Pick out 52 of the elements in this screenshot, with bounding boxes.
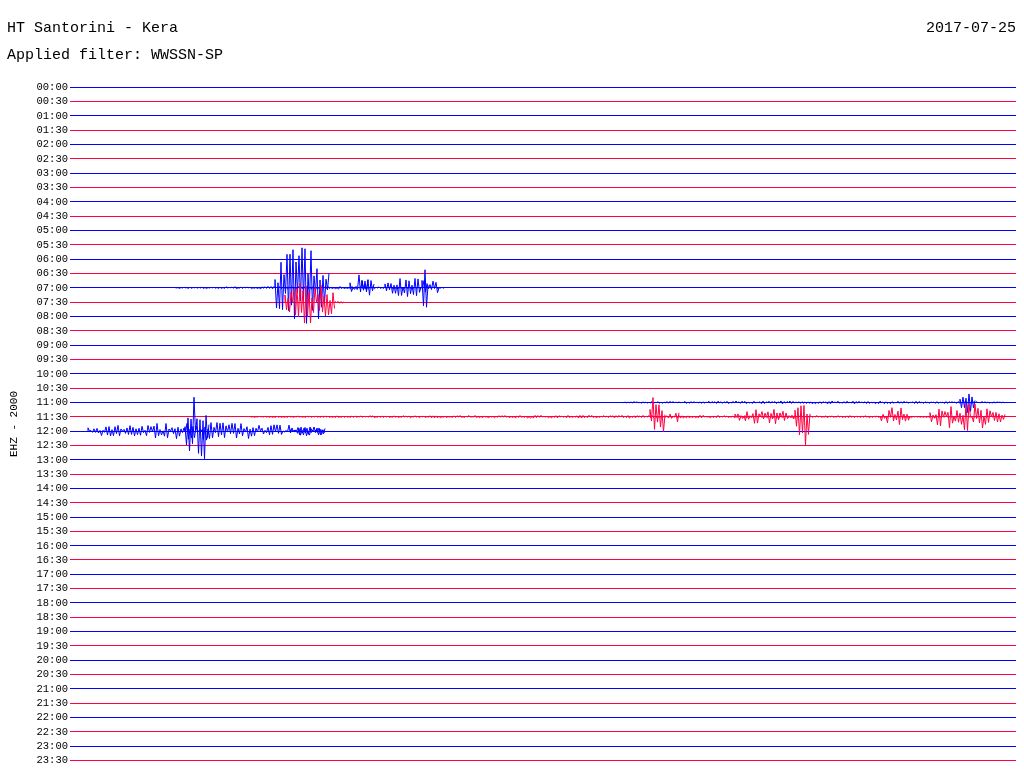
time-label: 06:30 bbox=[35, 266, 68, 281]
filter-label: Applied filter: WWSSN-SP bbox=[7, 47, 225, 64]
date-label: 2017-07-25 bbox=[926, 20, 1016, 37]
channel-label: EHZ - 2000 bbox=[8, 390, 20, 457]
time-label: 07:00 bbox=[35, 280, 68, 295]
time-label: 03:30 bbox=[35, 180, 68, 195]
time-label: 20:00 bbox=[35, 653, 68, 668]
time-label: 00:00 bbox=[35, 80, 68, 95]
time-label: 01:00 bbox=[35, 108, 68, 123]
time-label: 15:00 bbox=[35, 509, 68, 525]
time-label: 09:30 bbox=[35, 352, 68, 367]
time-label: 01:30 bbox=[35, 123, 68, 138]
time-label: 18:30 bbox=[35, 610, 68, 625]
time-label: 13:00 bbox=[35, 452, 68, 467]
time-label: 00:30 bbox=[35, 94, 68, 109]
time-label: 03:00 bbox=[35, 165, 68, 181]
time-label: 15:30 bbox=[35, 524, 68, 539]
time-label: 05:30 bbox=[35, 237, 68, 252]
time-label: 21:30 bbox=[35, 696, 68, 711]
time-label: 08:30 bbox=[35, 323, 68, 338]
time-label: 16:00 bbox=[35, 538, 68, 553]
time-label: 18:00 bbox=[35, 595, 68, 611]
time-label: 19:00 bbox=[35, 624, 68, 639]
time-label: 14:30 bbox=[35, 495, 68, 510]
station-title: HT Santorini - Kera bbox=[7, 20, 179, 37]
time-label: 21:00 bbox=[35, 681, 68, 697]
time-label: 12:30 bbox=[35, 438, 68, 453]
time-label: 13:30 bbox=[35, 466, 68, 482]
time-label: 22:00 bbox=[35, 710, 68, 725]
time-label: 11:30 bbox=[35, 409, 68, 424]
time-label: 16:30 bbox=[35, 552, 68, 568]
time-label: 22:30 bbox=[35, 724, 68, 740]
time-label: 10:00 bbox=[35, 366, 68, 381]
time-label: 04:00 bbox=[35, 194, 68, 209]
time-label: 08:00 bbox=[35, 309, 68, 324]
time-label: 09:00 bbox=[35, 337, 68, 353]
time-label: 20:30 bbox=[35, 667, 68, 682]
time-label: 23:00 bbox=[35, 739, 68, 754]
time-label: 17:00 bbox=[35, 567, 68, 582]
time-label: 04:30 bbox=[35, 208, 68, 224]
time-label: 14:00 bbox=[35, 481, 68, 496]
time-label: 17:30 bbox=[35, 581, 68, 596]
time-label: 02:30 bbox=[35, 151, 68, 166]
time-label: 07:30 bbox=[35, 294, 68, 310]
time-label: 12:00 bbox=[35, 423, 68, 439]
time-label: 06:00 bbox=[35, 251, 68, 267]
time-label: 23:30 bbox=[35, 753, 68, 768]
time-label: 11:00 bbox=[35, 395, 68, 410]
time-label: 05:00 bbox=[35, 223, 68, 238]
time-label: 19:30 bbox=[35, 638, 68, 654]
time-label: 10:30 bbox=[35, 380, 68, 396]
time-label: 02:00 bbox=[35, 137, 68, 152]
